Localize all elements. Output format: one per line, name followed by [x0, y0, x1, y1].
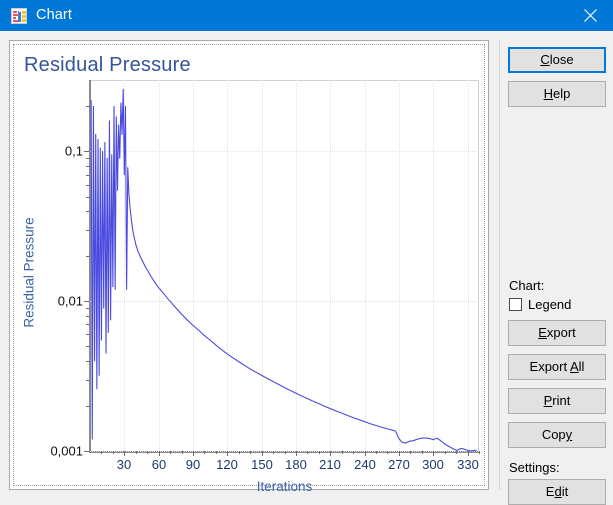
- title-bar: Chart: [0, 0, 613, 31]
- export-button[interactable]: Export: [508, 320, 606, 346]
- x-axis-title: Iterations: [256, 479, 313, 494]
- chart-icon: [11, 7, 27, 24]
- chart-panel[interactable]: Residual Pressure 30 60 90 120 150 180 210 240 2…: [9, 40, 489, 494]
- settings-section-label: Settings:: [509, 460, 560, 475]
- print-button[interactable]: Print: [508, 388, 606, 414]
- window-title: Chart: [36, 7, 72, 23]
- close-icon[interactable]: [567, 0, 613, 31]
- side-panel: Close Help Chart: Legend Export Export A…: [508, 40, 607, 505]
- y-axis-title: Residual Pressure: [21, 217, 37, 328]
- chart-window: Chart Residual Pressure 30 60 90 120 150 180 2…: [0, 0, 613, 505]
- export-all-button[interactable]: Export All: [508, 354, 606, 380]
- chart-section-label: Chart:: [509, 278, 545, 293]
- help-button[interactable]: Help: [508, 81, 606, 107]
- legend-checkbox[interactable]: Legend: [509, 297, 607, 312]
- residual-curve: [90, 88, 477, 452]
- panel-splitter[interactable]: [497, 40, 503, 490]
- close-button[interactable]: Close: [508, 47, 606, 73]
- copy-button[interactable]: Copy: [508, 422, 606, 448]
- checkbox-box[interactable]: [509, 298, 522, 311]
- legend-checkbox-label: Legend: [528, 297, 572, 312]
- edit-button[interactable]: Edit: [508, 479, 606, 505]
